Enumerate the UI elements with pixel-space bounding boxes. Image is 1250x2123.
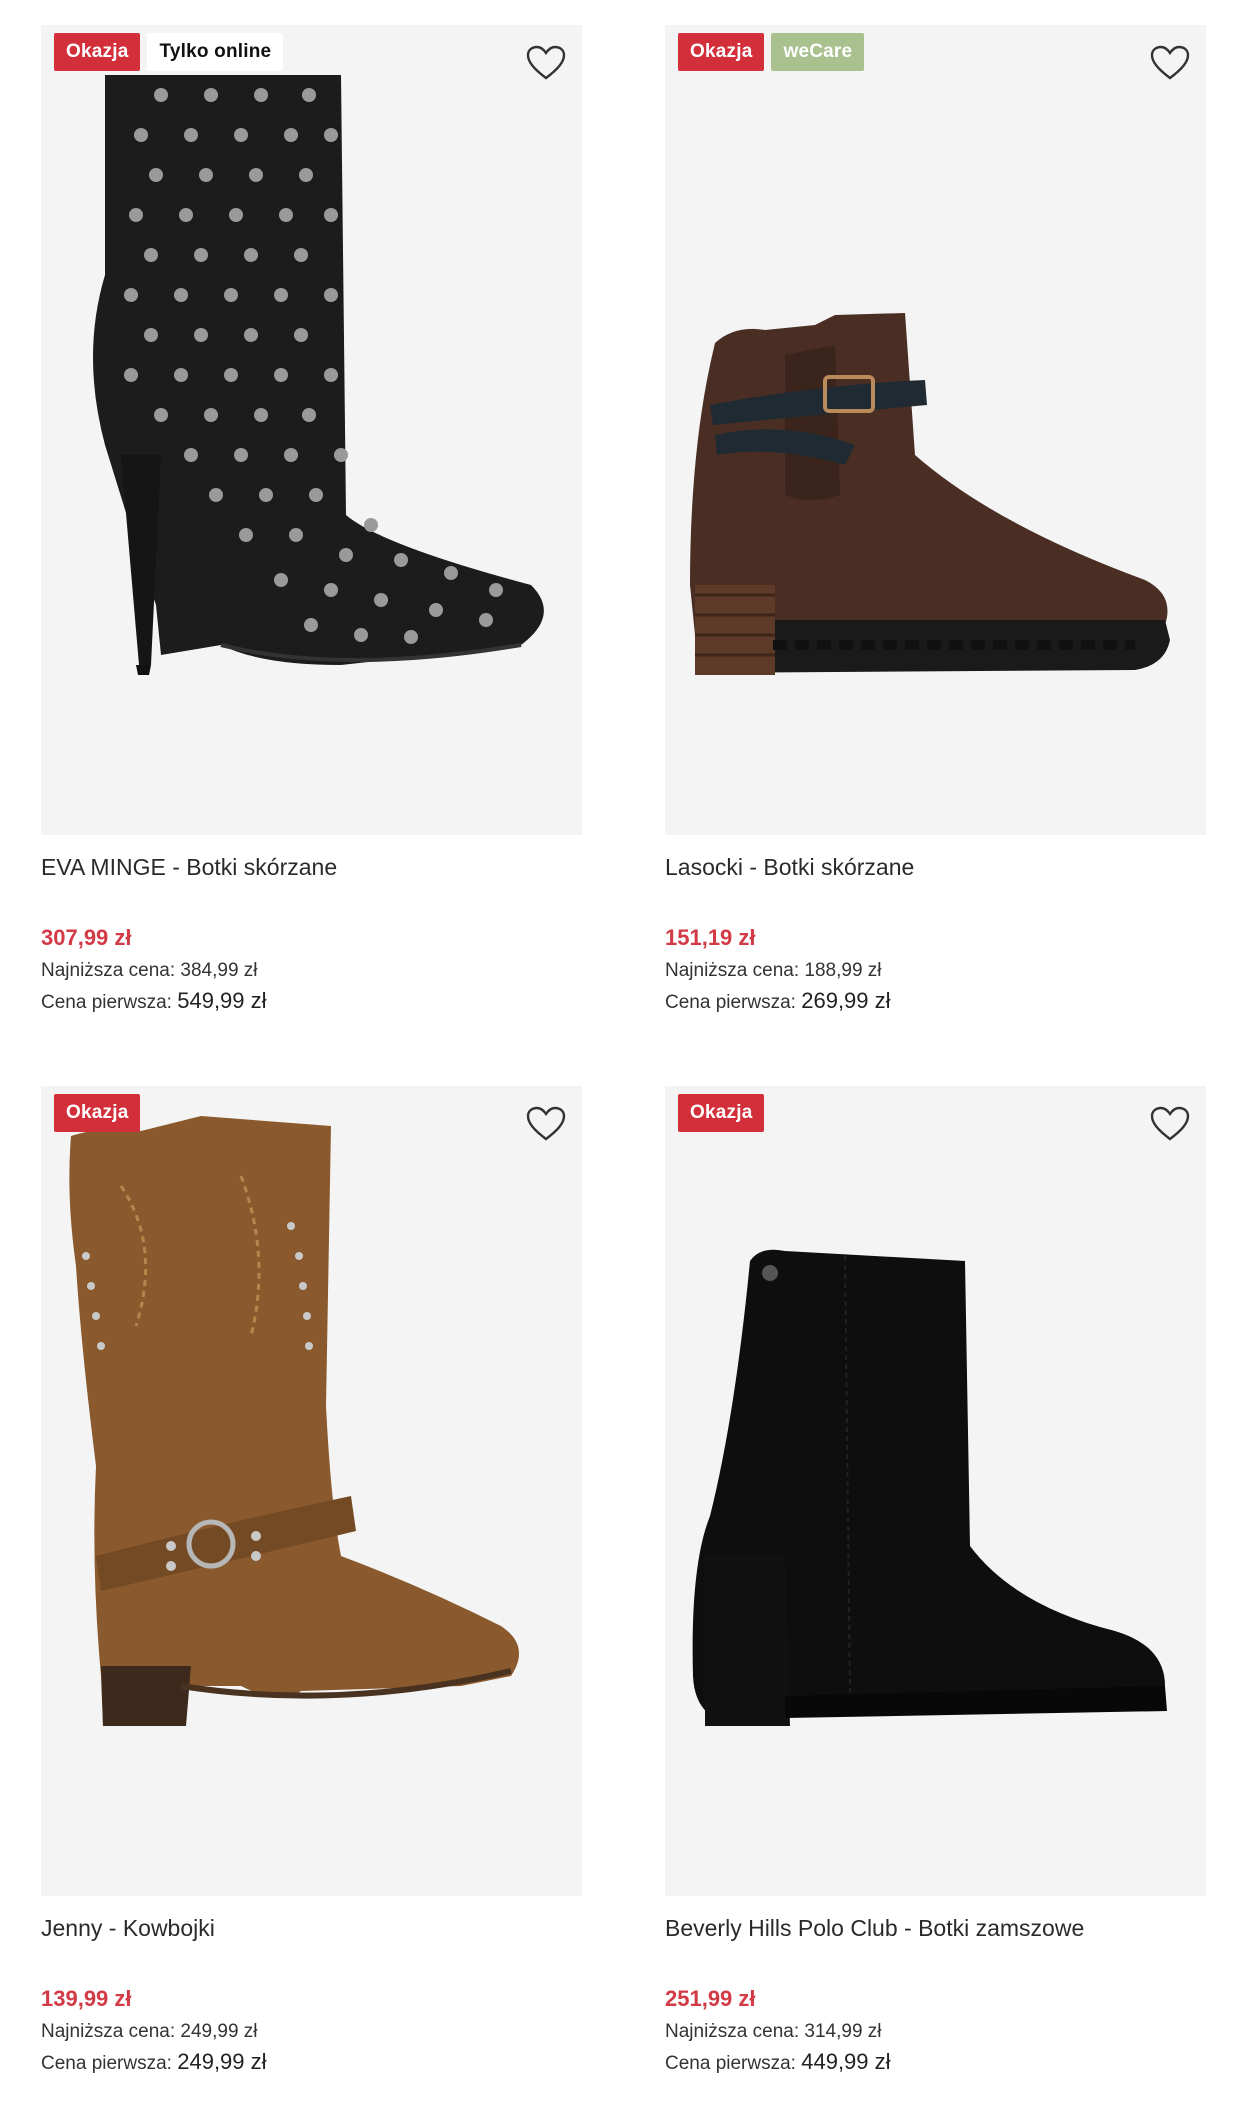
original-price-value: 269,99 zł bbox=[801, 988, 891, 1013]
sale-badge: Okazja bbox=[54, 33, 141, 71]
lowest-price-label: Najniższa cena: bbox=[665, 2021, 800, 2042]
original-price-row: Cena pierwsza: 549,99 zł bbox=[41, 986, 582, 1018]
product-image[interactable]: Okazja Tylko online bbox=[41, 25, 582, 835]
product-card[interactable]: Okazja Jenny - Kowbojki 139,99 zł Najniż… bbox=[41, 1086, 582, 2079]
product-name[interactable]: Beverly Hills Polo Club - Botki zamszowe bbox=[665, 1913, 1206, 1943]
wecare-badge: weCare bbox=[771, 33, 865, 71]
lowest-price-row: Najniższa cena: 249,99 zł bbox=[41, 2017, 582, 2047]
heart-outline-icon[interactable] bbox=[526, 45, 566, 81]
badge-group: Okazja bbox=[54, 1094, 141, 1132]
heart-outline-icon[interactable] bbox=[526, 1106, 566, 1142]
lowest-price-value: 314,99 zł bbox=[804, 2021, 882, 2042]
product-card[interactable]: Okazja weCare Lasocki - Botki skórzane 1… bbox=[665, 25, 1206, 1018]
badge-group: Okazja bbox=[678, 1094, 765, 1132]
lowest-price-row: Najniższa cena: 314,99 zł bbox=[665, 2017, 1206, 2047]
original-price-label: Cena pierwsza: bbox=[665, 992, 796, 1013]
sale-badge: Okazja bbox=[678, 1094, 765, 1132]
product-price: 151,19 zł bbox=[665, 925, 756, 950]
product-price: 307,99 zł bbox=[41, 925, 132, 950]
product-card[interactable]: Okazja Tylko online EVA MINGE - Botki sk… bbox=[41, 25, 582, 1018]
lowest-price-value: 188,99 zł bbox=[804, 960, 882, 981]
lowest-price-label: Najniższa cena: bbox=[41, 2021, 176, 2042]
original-price-value: 549,99 zł bbox=[177, 988, 267, 1013]
original-price-row: Cena pierwsza: 269,99 zł bbox=[665, 986, 1206, 1018]
product-image[interactable]: Okazja weCare bbox=[665, 25, 1206, 835]
brown-chelsea-boot-image bbox=[690, 313, 1170, 675]
lowest-price-value: 249,99 zł bbox=[180, 2021, 258, 2042]
badge-group: Okazja weCare bbox=[678, 33, 865, 71]
lowest-price-row: Najniższa cena: 384,99 zł bbox=[41, 956, 582, 986]
lowest-price-label: Najniższa cena: bbox=[665, 960, 800, 981]
product-name[interactable]: EVA MINGE - Botki skórzane bbox=[41, 852, 582, 882]
black-studded-boot-image bbox=[93, 75, 544, 675]
product-price: 139,99 zł bbox=[41, 1986, 132, 2011]
sale-badge: Okazja bbox=[678, 33, 765, 71]
lowest-price-label: Najniższa cena: bbox=[41, 960, 176, 981]
product-card[interactable]: Okazja Beverly Hills Polo Club - Botki z… bbox=[665, 1086, 1206, 2079]
black-suede-boot-image bbox=[692, 1249, 1167, 1726]
heart-outline-icon[interactable] bbox=[1150, 1106, 1190, 1142]
original-price-label: Cena pierwsza: bbox=[665, 2053, 796, 2074]
product-name[interactable]: Lasocki - Botki skórzane bbox=[665, 852, 1206, 882]
product-image[interactable]: Okazja bbox=[41, 1086, 582, 1896]
lowest-price-value: 384,99 zł bbox=[180, 960, 258, 981]
original-price-row: Cena pierwsza: 249,99 zł bbox=[41, 2047, 582, 2079]
product-price: 251,99 zł bbox=[665, 1986, 756, 2011]
original-price-label: Cena pierwsza: bbox=[41, 992, 172, 1013]
original-price-row: Cena pierwsza: 449,99 zł bbox=[665, 2047, 1206, 2079]
sale-badge: Okazja bbox=[54, 1094, 141, 1132]
product-name[interactable]: Jenny - Kowbojki bbox=[41, 1913, 582, 1943]
original-price-label: Cena pierwsza: bbox=[41, 2053, 172, 2074]
badge-group: Okazja Tylko online bbox=[54, 33, 284, 71]
lowest-price-row: Najniższa cena: 188,99 zł bbox=[665, 956, 1206, 986]
original-price-value: 249,99 zł bbox=[177, 2049, 267, 2074]
original-price-value: 449,99 zł bbox=[801, 2049, 891, 2074]
product-image[interactable]: Okazja bbox=[665, 1086, 1206, 1896]
tan-cowboy-boot-image bbox=[69, 1116, 520, 1726]
online-only-badge: Tylko online bbox=[147, 33, 284, 71]
heart-outline-icon[interactable] bbox=[1150, 45, 1190, 81]
